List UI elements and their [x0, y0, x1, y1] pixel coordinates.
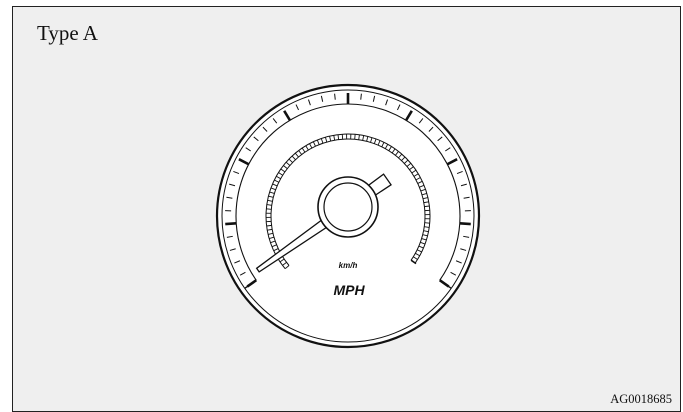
unit-primary-label: MPH	[333, 282, 365, 298]
major-tick	[225, 222, 237, 226]
inner-scale-tick	[266, 224, 272, 227]
minor-tick	[334, 93, 336, 100]
inner-scale-tick	[424, 205, 430, 208]
minor-tick	[360, 93, 362, 100]
unit-secondary-label: km/h	[339, 261, 358, 270]
hub-inner	[323, 182, 373, 232]
major-tick	[459, 222, 471, 226]
speedometer: km/h MPH	[215, 83, 481, 349]
inner-scale-tick	[337, 134, 340, 140]
